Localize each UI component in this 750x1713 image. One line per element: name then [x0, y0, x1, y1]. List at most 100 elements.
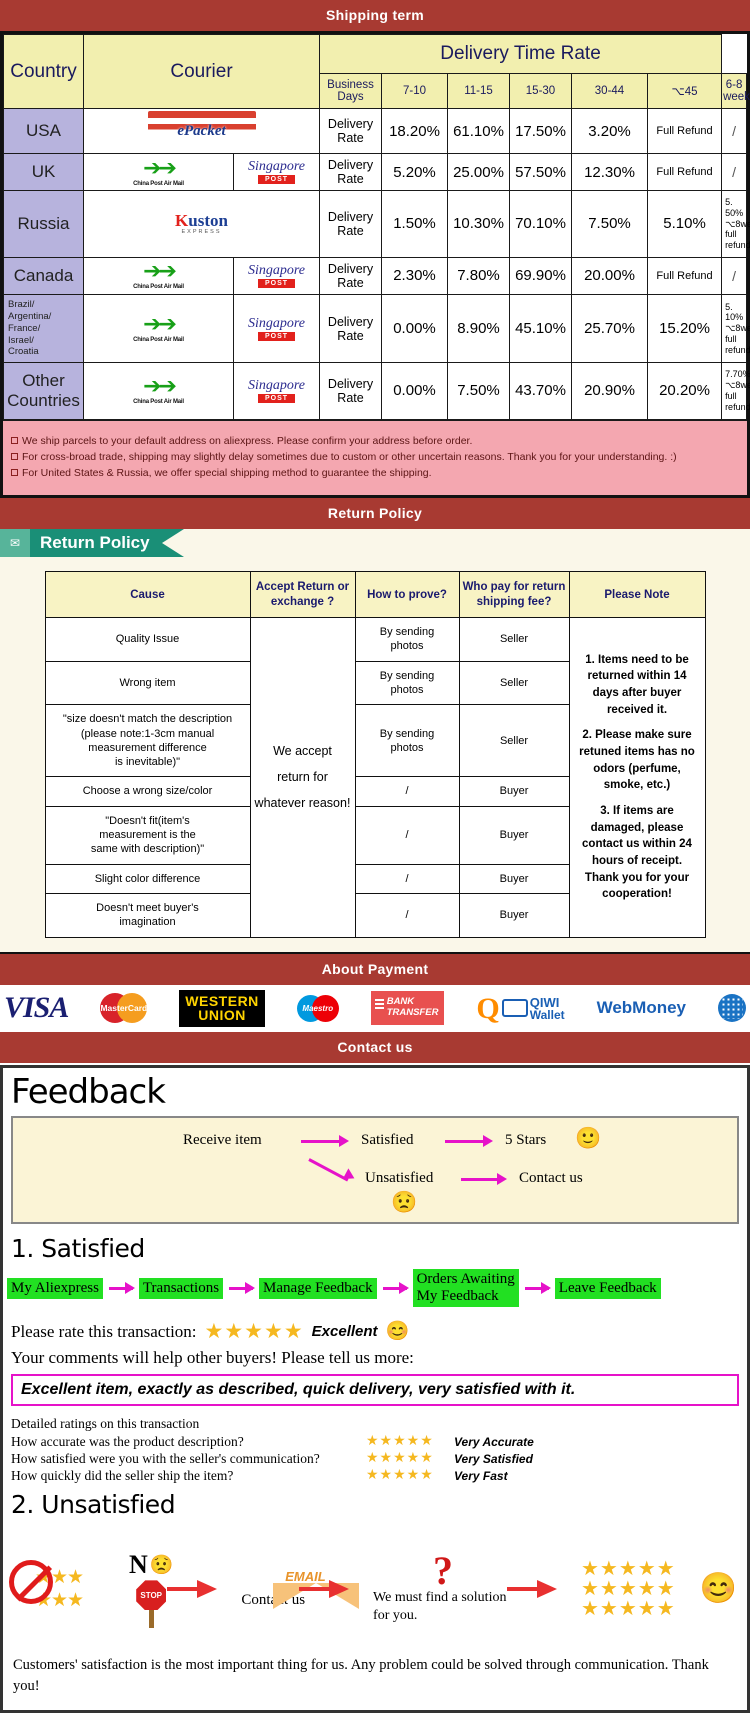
singapore-post-logo: Singapore POST: [247, 315, 306, 341]
cell-country: Other Countries: [3, 362, 84, 420]
cell-rate-3: 3.20%: [571, 108, 648, 154]
feedback-section2-title: 2. Unsatisfied: [11, 1490, 176, 1520]
flow-arrow-4-line: [461, 1177, 499, 1181]
maestro-label: Maestro: [302, 1003, 334, 1013]
chain-step-2[interactable]: Manage Feedback: [259, 1277, 377, 1299]
detail-value-1: Very Satisfied: [454, 1451, 533, 1466]
webmoney-logo: WebMoney: [596, 998, 687, 1018]
envelope-icon: ✉: [0, 529, 30, 558]
payment-methods-strip: VISA MasterCard WESTERN UNION Maestro BA…: [0, 984, 750, 1032]
th-range-4: ⌥45: [646, 73, 723, 109]
cell-how-to-prove: By sending photos: [354, 617, 460, 662]
cell-rate-0: 0.00%: [381, 362, 448, 420]
stop-sign-post: [148, 1610, 154, 1629]
cell-rate-3: 12.30%: [571, 153, 648, 191]
flow-arrow-1-head: [339, 1134, 349, 1147]
rate-transaction-label: Please rate this transaction:: [11, 1321, 197, 1341]
cell-cause: "size doesn't match the description (ple…: [44, 704, 251, 778]
cell-country: Brazil/Argentina/ France/Israel/ Croatia: [3, 293, 84, 364]
cell-rate-1: 7.80%: [447, 256, 510, 295]
shipping-row: Russia Kuston EXPRESS Delivery Rate 1.50% 10.…: [3, 190, 750, 258]
shipping-note-0: We ship parcels to your default address …: [11, 433, 739, 449]
rating-stars[interactable]: ★★★★★: [205, 1319, 304, 1344]
cell-country: USA: [3, 108, 84, 154]
chain-step-3[interactable]: Orders Awaiting My Feedback: [412, 1268, 519, 1308]
banner-shipping-term: Shipping term: [0, 0, 750, 31]
cell-courier-secondary: Singapore POST: [233, 293, 320, 364]
th-courier: Courier: [83, 34, 320, 109]
singapore-post-logo: Singapore POST: [247, 377, 306, 403]
shipping-note-1: For cross-broad trade, shipping may slig…: [11, 449, 739, 465]
cell-cause: Choose a wrong size/color: [44, 776, 251, 807]
singapore-post-logo: Singapore POST: [247, 262, 306, 288]
detail-question-2: How quickly did the seller ship the item…: [11, 1467, 234, 1483]
cell-rate-3: 20.90%: [571, 362, 648, 420]
cell-rate-4: Full Refund: [646, 108, 723, 154]
cell-rate-2: 70.10%: [509, 190, 572, 258]
cell-courier-primary: ➔➔ China Post Air Mail: [83, 362, 234, 420]
flow-unsatisfied: Unsatisfied: [365, 1169, 434, 1186]
rate-transaction-row: Please rate this transaction: ★★★★★ Exce…: [3, 1317, 747, 1346]
cell-cause: "Doesn't fit(item's measurement is the s…: [44, 805, 251, 865]
feedback-section: Feedback Receive item Satisfied 5 Stars …: [0, 1064, 750, 1713]
cell-rate-0: 2.30%: [381, 256, 448, 295]
detailed-ratings-heading: Detailed ratings on this transaction: [11, 1416, 200, 1432]
flow-five-stars: 5 Stars: [505, 1131, 547, 1148]
shipping-notes: We ship parcels to your default address …: [3, 419, 747, 496]
shipping-note-text-1: For cross-broad trade, shipping may slig…: [22, 450, 677, 463]
unhappy-face-icon: 😟: [149, 1554, 174, 1576]
chain-step-1[interactable]: Transactions: [138, 1277, 224, 1299]
th-how-to-prove: How to prove?: [354, 571, 460, 619]
cell-rate-label: Delivery Rate: [319, 293, 382, 364]
cell-courier-secondary: Singapore POST: [233, 256, 320, 295]
solution-text: We must find a solution for you.: [373, 1590, 507, 1624]
flow-arrow-2-head: [483, 1134, 493, 1147]
th-cause: Cause: [44, 571, 251, 619]
banner-about-payment: About Payment: [0, 953, 750, 985]
return-policy-flag-label: Return Policy: [30, 529, 162, 558]
cell-rate-2: 69.90%: [509, 256, 572, 295]
chain-arrow: [377, 1282, 413, 1295]
cell-courier-secondary: Singapore POST: [233, 362, 320, 420]
final-smiley-icon: 😊: [699, 1572, 737, 1606]
banner-return-policy: Return Policy: [0, 498, 750, 530]
chain-step-4[interactable]: Leave Feedback: [554, 1277, 661, 1299]
cell-rate-3: 7.50%: [571, 190, 648, 258]
qiwi-q-mark: Q: [476, 991, 500, 1025]
cell-rate-4: Full Refund: [646, 153, 723, 191]
th-range-3: 30-44: [571, 73, 648, 109]
epacket-logo: ePacket: [86, 111, 317, 151]
cell-rate-label: Delivery Rate: [319, 256, 382, 295]
mastercard-logo: MasterCard: [100, 993, 148, 1024]
qiwi-wallet-logo: Q QIWI Wallet: [476, 991, 564, 1025]
singapore-post-logo: Singapore POST: [247, 159, 306, 184]
flag-tip-shape: [161, 529, 184, 558]
cell-cause: Quality Issue: [44, 617, 251, 662]
cell-rate-5: 7.70%⌥8weeks,full refund: [721, 362, 750, 420]
flow-arrow-2-line: [445, 1139, 485, 1143]
cell-how-to-prove: /: [354, 776, 460, 807]
banner-contact-us: Contact us: [0, 1031, 750, 1063]
shipping-row: Brazil/Argentina/ France/Israel/ Croatia…: [3, 293, 750, 364]
cell-rate-0: 1.50%: [381, 190, 448, 258]
sad-face-icon: 😟: [391, 1190, 418, 1214]
cell-who-pays: Seller: [458, 704, 570, 778]
unsat-arrow-2: [299, 1580, 350, 1599]
cell-rate-2: 57.50%: [509, 153, 572, 191]
cell-rate-0: 18.20%: [381, 108, 448, 154]
cell-rate-1: 25.00%: [447, 153, 510, 191]
flow-receive-item: Receive item: [183, 1131, 262, 1148]
wu-line1: WESTERN: [185, 992, 259, 1009]
shipping-table-wrap: Country Courier Delivery Time Rate Busin…: [0, 31, 750, 499]
cell-rate-1: 10.30%: [447, 190, 510, 258]
detail-question-0: How accurate was the product description…: [11, 1433, 244, 1449]
comment-example-box[interactable]: Excellent item, exactly as described, qu…: [11, 1374, 739, 1407]
return-policy-row: Quality Issue We accept return for whatever…: [44, 617, 706, 938]
chain-arrow: [519, 1282, 555, 1295]
chain-step-0[interactable]: My Aliexpress: [7, 1277, 103, 1299]
th-please-note: Please Note: [568, 571, 706, 619]
cell-rate-2: 17.50%: [509, 108, 572, 154]
shipping-row: USA ePacket Delivery Rate 18.20% 61.10% 17.50…: [3, 108, 747, 154]
chain-arrow: [223, 1282, 259, 1295]
cell-rate-5: 5. 50%⌥8weeks,full refund: [721, 190, 750, 258]
